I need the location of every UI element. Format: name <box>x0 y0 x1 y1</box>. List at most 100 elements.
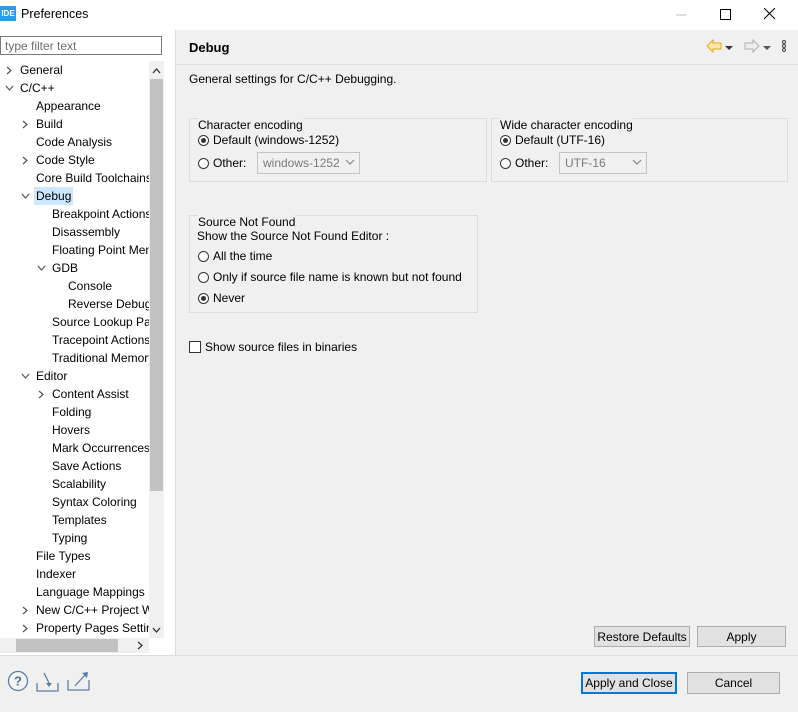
tree-item[interactable]: Console <box>0 277 149 295</box>
tree-item[interactable]: Mark Occurrences <box>0 439 149 457</box>
chevron-right-icon[interactable] <box>4 61 14 79</box>
tree-vertical-scrollbar[interactable] <box>149 61 164 638</box>
chevron-right-icon[interactable] <box>20 619 30 637</box>
chevron-down-icon[interactable] <box>4 79 14 97</box>
radio-indicator[interactable] <box>500 134 511 146</box>
wide-default-radio[interactable]: Default (UTF-16) <box>500 131 605 149</box>
radio-indicator[interactable] <box>198 157 209 169</box>
minimize-button[interactable] <box>658 0 704 28</box>
tree-item[interactable]: Property Pages Settings <box>0 619 149 637</box>
char-encoding-combo[interactable]: windows-1252 <box>257 152 360 174</box>
snf-option-only-if-known[interactable]: Only if source file name is known but no… <box>198 268 462 286</box>
horizontal-scroll-thumb[interactable] <box>16 639 118 652</box>
cancel-button[interactable]: Cancel <box>687 672 780 694</box>
tree-item[interactable]: Scalability <box>0 475 149 493</box>
radio-indicator[interactable] <box>198 271 209 283</box>
tree-item[interactable]: Source Lookup Path <box>0 313 149 331</box>
tree-item[interactable]: Syntax Coloring <box>0 493 149 511</box>
chevron-down-icon <box>345 159 355 165</box>
group-label: Character encoding <box>198 118 303 132</box>
tree-item[interactable]: Language Mappings <box>0 583 149 601</box>
tree-item-label: Content Assist <box>52 387 129 401</box>
tree-item[interactable]: GDB <box>0 259 149 277</box>
tree-item[interactable]: C/C++ <box>0 79 149 97</box>
char-other-radio[interactable]: Other: <box>198 154 246 172</box>
close-window-button[interactable] <box>747 0 793 28</box>
forward-dropdown-icon[interactable] <box>763 40 771 54</box>
filter-input[interactable] <box>0 36 162 55</box>
radio-indicator[interactable] <box>198 134 209 146</box>
wide-other-radio[interactable]: Other: <box>500 154 548 172</box>
tree-item-label: Syntax Coloring <box>52 495 137 509</box>
tree-item[interactable]: Hovers <box>0 421 149 439</box>
apply-and-close-button[interactable]: Apply and Close <box>581 672 677 694</box>
tree-item[interactable]: Save Actions <box>0 457 149 475</box>
scroll-down-icon[interactable] <box>149 622 164 637</box>
tree-item[interactable]: Reverse Debugging <box>0 295 149 313</box>
tree-item[interactable]: Templates <box>0 511 149 529</box>
radio-indicator[interactable] <box>198 292 209 304</box>
chevron-right-icon[interactable] <box>20 601 30 619</box>
wide-encoding-group: Wide character encoding Default (UTF-16)… <box>491 118 788 182</box>
export-icon[interactable] <box>67 669 91 693</box>
snf-option-all-the-time[interactable]: All the time <box>198 247 272 265</box>
show-source-files-checkbox[interactable]: Show source files in binaries <box>189 338 357 356</box>
chevron-down-icon[interactable] <box>36 259 46 277</box>
chevron-right-icon[interactable] <box>20 115 30 133</box>
chevron-down-icon[interactable] <box>20 367 30 385</box>
tree-item[interactable]: Appearance <box>0 97 149 115</box>
svg-text:?: ? <box>14 674 22 689</box>
scroll-up-icon[interactable] <box>149 63 164 78</box>
chevron-right-icon[interactable] <box>20 151 30 169</box>
tree-item[interactable]: Code Analysis <box>0 133 149 151</box>
tree-item-label: Reverse Debugging <box>68 297 149 311</box>
back-dropdown-icon[interactable] <box>725 40 733 54</box>
tree-horizontal-scrollbar[interactable] <box>0 638 149 653</box>
title-separator <box>176 64 798 65</box>
checkbox-indicator[interactable] <box>189 341 201 353</box>
tree-item-label: Floating Point Memory <box>52 243 149 257</box>
tree-item[interactable]: Floating Point Memory <box>0 241 149 259</box>
tree-item[interactable]: Disassembly <box>0 223 149 241</box>
chevron-right-icon[interactable] <box>36 385 46 403</box>
forward-arrow-icon[interactable] <box>744 38 760 56</box>
view-menu-icon[interactable] <box>782 39 786 55</box>
help-icon[interactable]: ? <box>6 669 30 693</box>
tree-item[interactable]: Indexer <box>0 565 149 583</box>
back-arrow-icon[interactable] <box>706 38 722 56</box>
tree-item[interactable]: Code Style <box>0 151 149 169</box>
tree-item[interactable]: Folding <box>0 403 149 421</box>
snf-option-never[interactable]: Never <box>198 289 245 307</box>
tree-item[interactable]: Tracepoint Actions <box>0 331 149 349</box>
tree-item[interactable]: Traditional Memory <box>0 349 149 367</box>
tree-item[interactable]: Editor <box>0 367 149 385</box>
radio-label: Other: <box>515 156 549 170</box>
radio-indicator[interactable] <box>500 157 511 169</box>
wide-encoding-combo[interactable]: UTF-16 <box>559 152 647 174</box>
chevron-down-icon[interactable] <box>20 187 30 205</box>
char-default-radio[interactable]: Default (windows-1252) <box>198 131 339 149</box>
tree-item[interactable]: New C/C++ Project Wizard <box>0 601 149 619</box>
tree-item-label: Mark Occurrences <box>52 441 149 455</box>
tree-item[interactable]: Breakpoint Actions <box>0 205 149 223</box>
restore-defaults-button[interactable]: Restore Defaults <box>594 626 690 647</box>
tree-item[interactable]: Core Build Toolchains <box>0 169 149 187</box>
character-encoding-group: Character encoding Default (windows-1252… <box>189 118 487 182</box>
tree-item[interactable]: General <box>0 61 149 79</box>
tree-item[interactable]: Typing <box>0 529 149 547</box>
apply-button[interactable]: Apply <box>697 626 786 647</box>
close-icon <box>764 8 776 20</box>
tree-item[interactable]: Build <box>0 115 149 133</box>
source-not-found-prompt: Show the Source Not Found Editor : <box>197 229 390 243</box>
tree-item[interactable]: Content Assist <box>0 385 149 403</box>
preferences-tree: General C/C++ Appearance Build Code Analysis… <box>0 61 149 638</box>
radio-indicator[interactable] <box>198 250 209 262</box>
scroll-right-icon[interactable] <box>132 638 147 653</box>
import-icon[interactable] <box>36 670 60 694</box>
vertical-scroll-thumb[interactable] <box>150 79 163 491</box>
tree-item[interactable]: File Types <box>0 547 149 565</box>
combo-value: UTF-16 <box>565 156 606 170</box>
maximize-button[interactable] <box>702 0 748 28</box>
tree-item[interactable]: Debug <box>0 187 149 205</box>
tree-item-label: Tracepoint Actions <box>52 333 149 347</box>
